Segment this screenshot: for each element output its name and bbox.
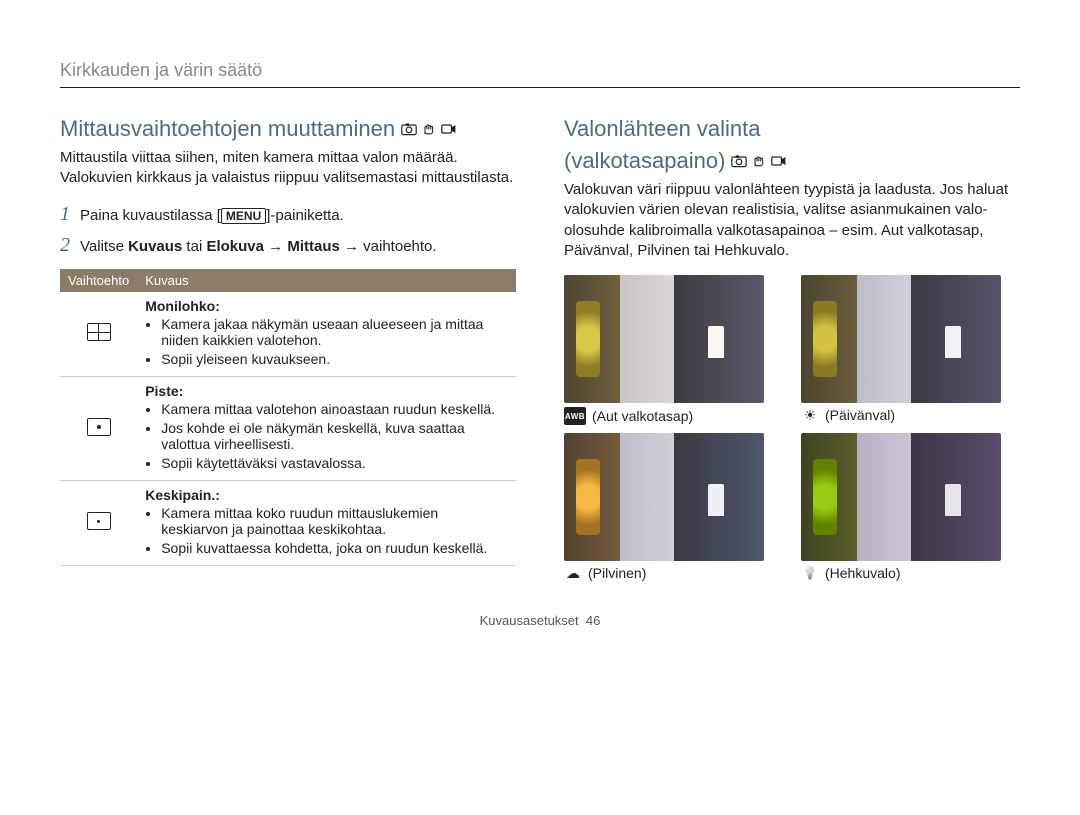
sun-icon xyxy=(801,407,819,423)
option-description-cell: Keskipain.: Kamera mittaa koko ruudun mit… xyxy=(137,480,516,565)
table-row: Piste: Kamera mittaa valotehon ainoastaan… xyxy=(60,376,516,480)
footer-section: Kuvausasetukset xyxy=(480,613,579,628)
section-title-wb: Valonlähteen valinta (valkotasapaino) xyxy=(564,116,1020,174)
footer-page-number: 46 xyxy=(586,613,600,628)
photo-mode-icon xyxy=(731,154,747,168)
wb-item-cloud: (Pilvinen) xyxy=(564,433,783,581)
awb-icon: AWB xyxy=(564,407,586,425)
breadcrumb: Kirkkauden ja värin säätö xyxy=(60,60,1020,88)
hand-mode-icon xyxy=(751,154,767,168)
wb-sample-photo xyxy=(801,433,1001,561)
wb-item-awb: AWB (Aut valkotasap) xyxy=(564,275,783,425)
option-title: Monilohko: xyxy=(145,298,508,314)
step-text: Paina kuvaustilassa [MENU]-painiketta. xyxy=(80,207,344,224)
intro-metering: Mittaustila viittaa siihen, miten kamera… xyxy=(60,148,516,189)
wb-label: AWB (Aut valkotasap) xyxy=(564,407,783,425)
th-description: Kuvaus xyxy=(137,269,516,292)
option-bullets: Kamera mittaa koko ruudun mittauslukemie… xyxy=(145,505,508,556)
multi-metering-icon xyxy=(87,323,111,341)
bullet-item: Kamera jakaa näkymän useaan alueeseen ja… xyxy=(161,316,508,348)
hand-mode-icon xyxy=(421,122,437,136)
step-number: 1 xyxy=(60,203,70,226)
section-title-text: Mittausvaihtoehtojen muuttaminen xyxy=(60,116,395,142)
th-option: Vaihtoehto xyxy=(60,269,137,292)
step-number: 2 xyxy=(60,234,70,257)
intro-wb: Valokuvan väri riippuu valonlähteen tyyp… xyxy=(564,180,1020,261)
white-balance-grid: AWB (Aut valkotasap) (Päivänval) (Pilvinen)… xyxy=(564,275,1020,581)
section-title-line2: (valkotasapaino) xyxy=(564,148,725,174)
option-title: Piste: xyxy=(145,383,508,399)
option-icon-cell xyxy=(60,480,137,565)
step-text: Valitse Kuvaus tai Elokuva → Mittaus → v… xyxy=(80,238,437,255)
option-icon-cell xyxy=(60,376,137,480)
wb-label-text: (Aut valkotasap) xyxy=(592,408,693,424)
mode-icons-right xyxy=(731,154,787,168)
wb-sample-photo xyxy=(564,433,764,561)
bullet-item: Sopii käytettäväksi vastavalossa. xyxy=(161,455,508,471)
wb-sample-photo xyxy=(801,275,1001,403)
wb-item-sun: (Päivänval) xyxy=(801,275,1020,425)
step-1: 1 Paina kuvaustilassa [MENU]-painiketta. xyxy=(60,203,516,226)
step-2: 2 Valitse Kuvaus tai Elokuva → Mittaus →… xyxy=(60,234,516,257)
bulb-icon xyxy=(801,565,819,581)
wb-label: (Päivänval) xyxy=(801,407,1020,423)
wb-label: (Pilvinen) xyxy=(564,565,783,581)
center-metering-icon xyxy=(87,512,111,530)
option-bullets: Kamera jakaa näkymän useaan alueeseen ja… xyxy=(145,316,508,367)
bullet-item: Jos kohde ei ole näkymän keskellä, kuva … xyxy=(161,420,508,452)
video-mode-icon xyxy=(441,122,457,136)
section-title-line1: Valonlähteen valinta xyxy=(564,116,761,142)
table-row: Keskipain.: Kamera mittaa koko ruudun mit… xyxy=(60,480,516,565)
bullet-item: Sopii kuvattaessa kohdetta, joka on ruud… xyxy=(161,540,508,556)
left-column: Mittausvaihtoehtojen muuttaminen Mittaus… xyxy=(60,116,516,581)
cloud-icon xyxy=(564,565,582,581)
steps-list: 1 Paina kuvaustilassa [MENU]-painiketta.… xyxy=(60,203,516,257)
photo-mode-icon xyxy=(401,122,417,136)
wb-label: (Hehkuvalo) xyxy=(801,565,1020,581)
right-column: Valonlähteen valinta (valkotasapaino) xyxy=(564,116,1020,581)
option-description-cell: Monilohko: Kamera jakaa näkymän useaan al… xyxy=(137,292,516,377)
dot-metering-icon xyxy=(87,418,111,436)
bullet-item: Sopii yleiseen kuvaukseen. xyxy=(161,351,508,367)
option-description-cell: Piste: Kamera mittaa valotehon ainoastaan… xyxy=(137,376,516,480)
option-bullets: Kamera mittaa valotehon ainoastaan ruudu… xyxy=(145,401,508,471)
section-title-metering: Mittausvaihtoehtojen muuttaminen xyxy=(60,116,516,142)
wb-label-text: (Pilvinen) xyxy=(588,565,646,581)
wb-label-text: (Hehkuvalo) xyxy=(825,565,900,581)
mode-icons-left xyxy=(401,122,457,136)
metering-options-table: Vaihtoehto Kuvaus Monilohko: Kamera jakaa… xyxy=(60,269,516,566)
page-footer: Kuvausasetukset 46 xyxy=(60,613,1020,628)
wb-item-bulb: (Hehkuvalo) xyxy=(801,433,1020,581)
table-row: Monilohko: Kamera jakaa näkymän useaan al… xyxy=(60,292,516,377)
wb-sample-photo xyxy=(564,275,764,403)
bullet-item: Kamera mittaa koko ruudun mittauslukemie… xyxy=(161,505,508,537)
wb-label-text: (Päivänval) xyxy=(825,407,895,423)
option-icon-cell xyxy=(60,292,137,377)
bullet-item: Kamera mittaa valotehon ainoastaan ruudu… xyxy=(161,401,508,417)
menu-button-label: MENU xyxy=(221,208,266,224)
video-mode-icon xyxy=(771,154,787,168)
option-title: Keskipain.: xyxy=(145,487,508,503)
